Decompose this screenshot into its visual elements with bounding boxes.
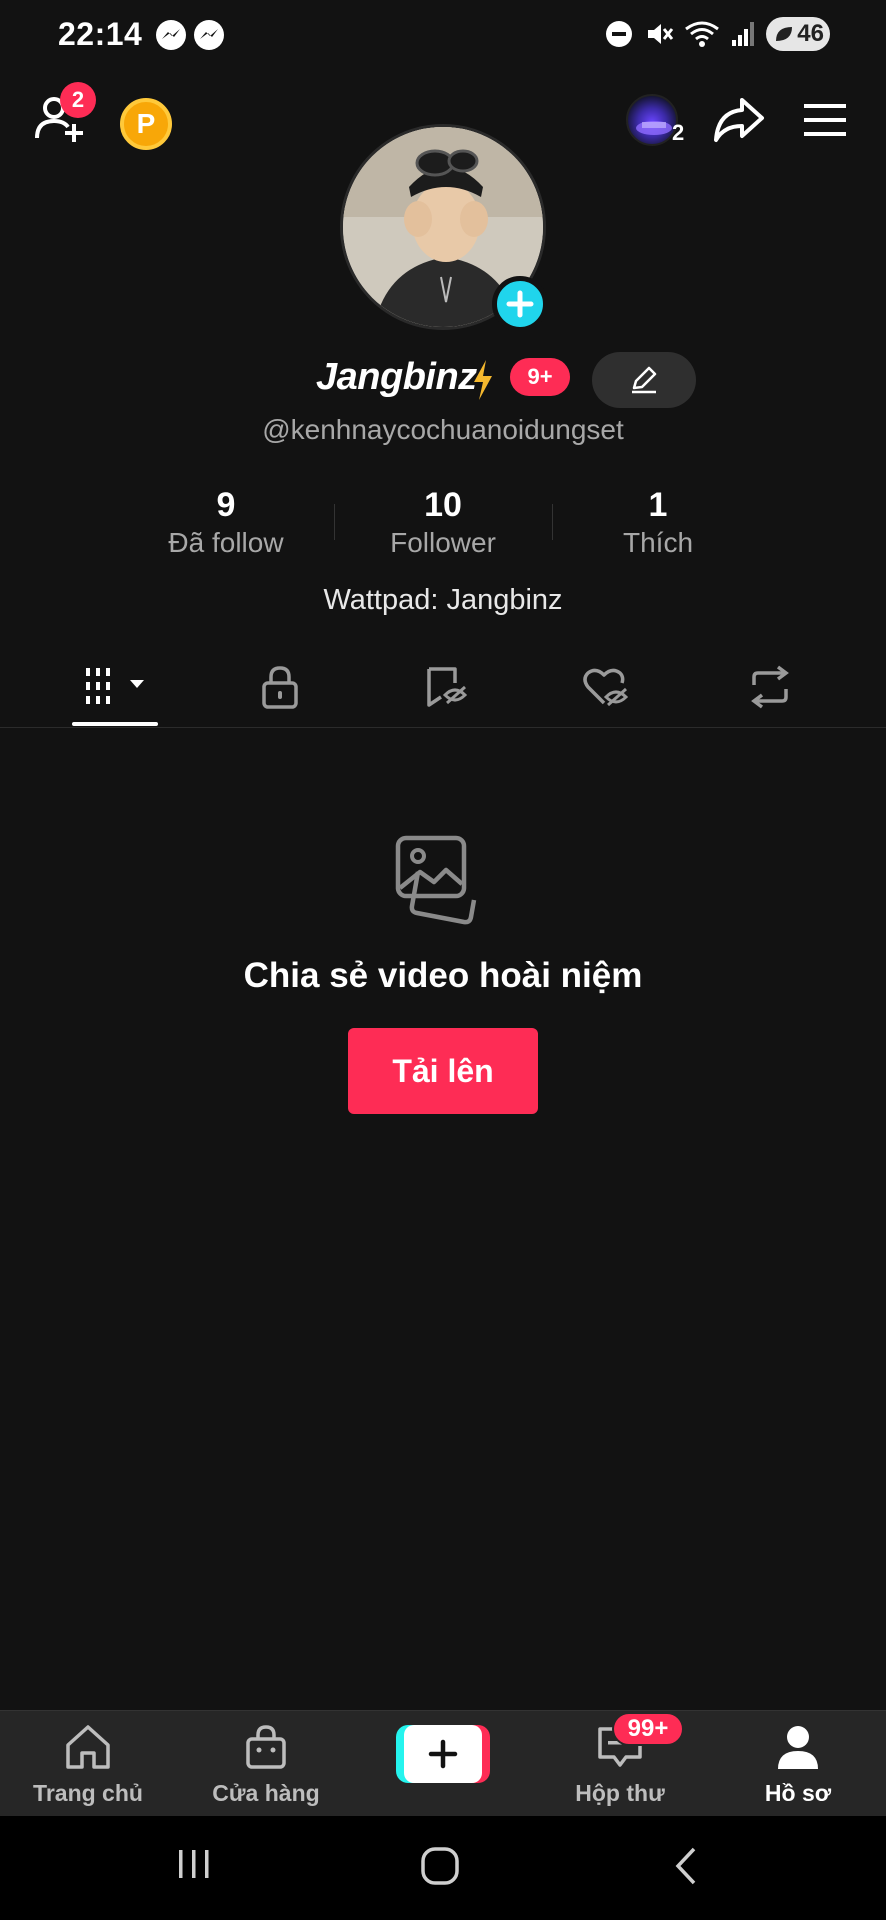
edit-profile-button[interactable]: [592, 352, 696, 408]
pencil-icon: [632, 366, 657, 394]
plus-icon: [428, 1739, 458, 1769]
nav-profile[interactable]: Hồ sơ: [718, 1723, 878, 1807]
stat-divider: [334, 504, 335, 540]
followers-label: Follower: [390, 527, 496, 558]
likes-stat[interactable]: 1 Thích: [558, 486, 758, 559]
status-time: 22:14: [58, 16, 143, 52]
lightning-icon: [474, 360, 492, 400]
following-label: Đã follow: [168, 527, 284, 558]
inbox-badge: 99+: [612, 1712, 684, 1746]
friend-request-badge: 2: [60, 82, 96, 118]
notifications-badge[interactable]: 9+: [510, 358, 570, 396]
nav-inbox-label: Hộp thư: [575, 1780, 665, 1806]
profile-username: Jangbinz: [316, 356, 477, 398]
plus-icon: [506, 290, 534, 318]
recent-apps-icon[interactable]: [176, 1846, 212, 1882]
create-button[interactable]: [396, 1725, 490, 1783]
home-icon: [66, 1725, 110, 1769]
mute-icon: [648, 24, 674, 44]
wifi-icon: [685, 21, 719, 47]
dnd-icon: [606, 21, 632, 47]
messenger-icon: [156, 20, 186, 50]
signal-icon: [732, 22, 754, 46]
nav-home-label: Trang chủ: [33, 1780, 143, 1806]
stat-divider: [552, 504, 553, 540]
battery-level: 46: [797, 20, 824, 47]
profile-icon: [778, 1726, 818, 1769]
profile-stats: 9 Đã follow 10 Follower 1 Thích: [0, 486, 886, 566]
following-count: 9: [216, 486, 236, 524]
profile-tabs: [0, 648, 886, 728]
coin-button[interactable]: P: [120, 98, 172, 150]
battery-indicator: 46: [766, 17, 830, 51]
status-bar: 22:14 46: [0, 0, 886, 68]
tab-liked[interactable]: [576, 658, 636, 716]
share-arrow-icon: [714, 98, 764, 142]
likes-label: Thích: [622, 527, 694, 558]
repost-icon: [751, 665, 789, 709]
tab-reposts[interactable]: [740, 658, 800, 716]
empty-state-title: Chia sẻ video hoài niệm: [243, 956, 643, 995]
heart-hidden-icon: [583, 668, 629, 707]
tab-private[interactable]: [250, 658, 310, 716]
upload-button[interactable]: Tải lên: [348, 1028, 538, 1114]
videos-grid-icon: [86, 668, 144, 704]
profile-handle: @kenhnaycochuanoidungset: [262, 414, 624, 445]
menu-button[interactable]: [802, 100, 848, 145]
account-switcher-avatar[interactable]: [626, 94, 678, 146]
system-nav-bar: [0, 1816, 886, 1920]
followers-stat[interactable]: 10 Follower: [343, 486, 543, 559]
status-icons: 46: [604, 14, 830, 54]
shopping-bag-icon: [246, 1725, 286, 1769]
home-button-icon[interactable]: [420, 1846, 460, 1886]
leaf-icon: [776, 27, 792, 41]
accounts-count: 2: [672, 120, 685, 145]
bookmark-hidden-icon: [427, 667, 468, 707]
followers-count: 10: [424, 486, 462, 524]
following-stat[interactable]: 9 Đã follow: [126, 486, 326, 559]
lock-icon: [262, 666, 298, 709]
active-tab-indicator: [72, 722, 158, 726]
nav-home[interactable]: Trang chủ: [8, 1723, 168, 1807]
messenger-icon: [194, 20, 224, 50]
back-icon[interactable]: [672, 1846, 700, 1886]
nav-shop-label: Cửa hàng: [212, 1780, 320, 1806]
photo-stack-icon: [395, 835, 477, 925]
hamburger-icon: [804, 104, 846, 136]
add-story-button[interactable]: [492, 276, 548, 332]
share-profile-button[interactable]: [712, 96, 766, 149]
profile-bio: Wattpad: Jangbinz: [323, 584, 563, 616]
likes-count: 1: [648, 486, 668, 524]
profile-name-row: Jangbinz 9+: [0, 352, 886, 412]
tab-videos[interactable]: [72, 658, 158, 716]
nav-shop[interactable]: Cửa hàng: [186, 1723, 346, 1807]
nav-profile-label: Hồ sơ: [764, 1780, 832, 1806]
bottom-nav: Trang chủ Cửa hàng Hộp thư Hồ sơ: [0, 1710, 886, 1816]
tab-saved[interactable]: [416, 658, 476, 716]
